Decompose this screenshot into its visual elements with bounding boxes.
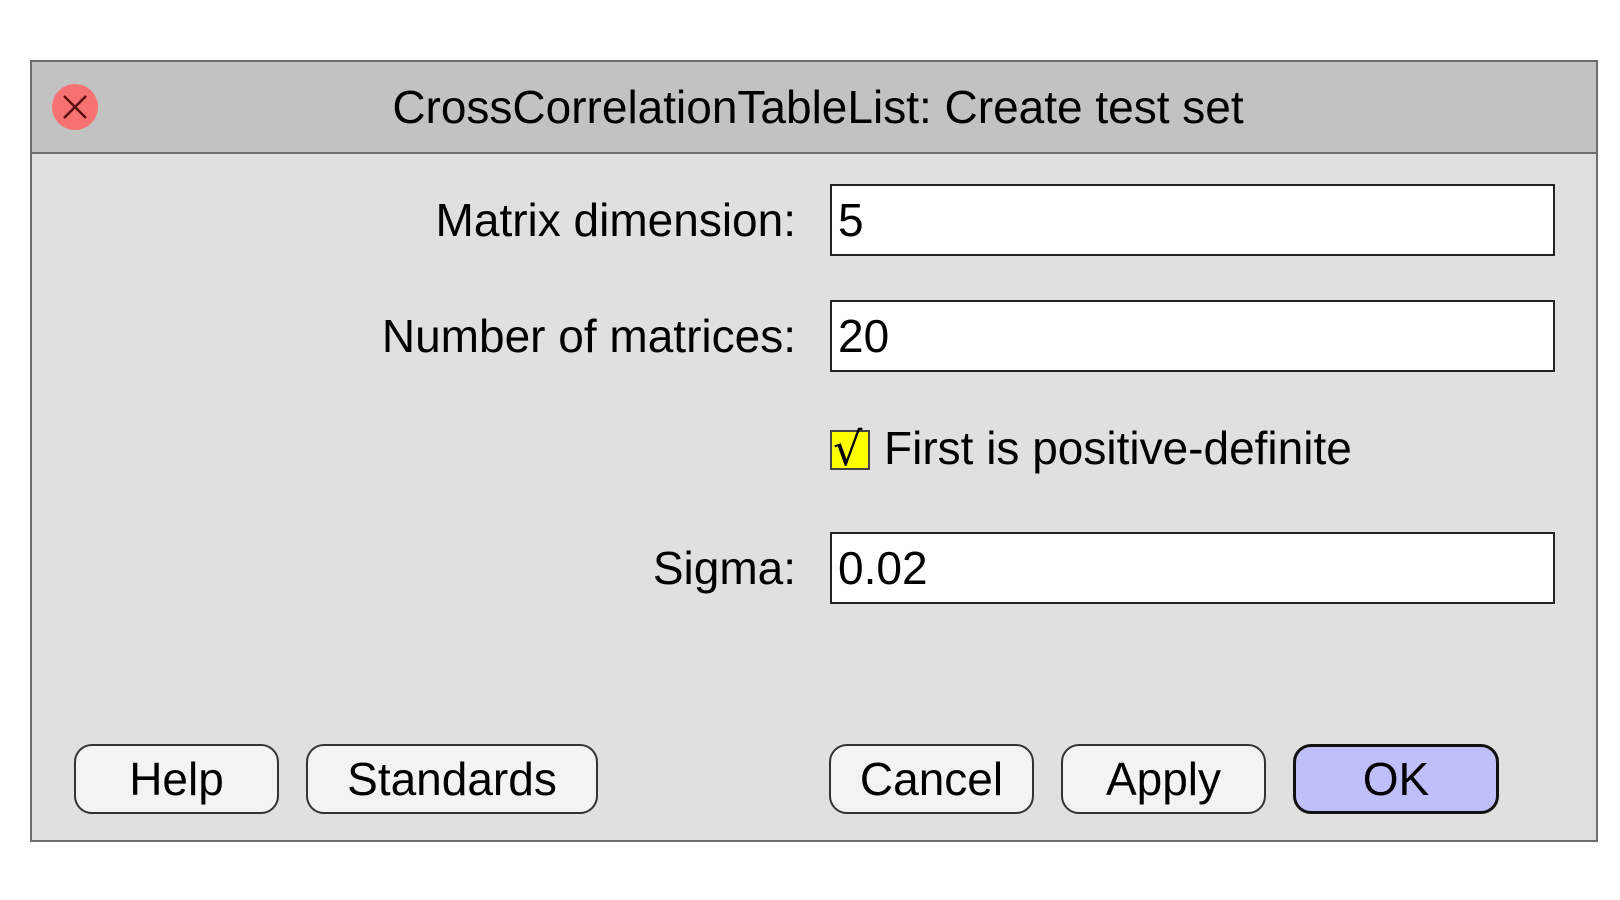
first-positive-definite-option[interactable]: √ First is positive-definite	[830, 418, 1352, 478]
matrix-dimension-label: Matrix dimension:	[435, 194, 796, 246]
title-bar[interactable]: CrossCorrelationTableList: Create test s…	[32, 62, 1596, 154]
sigma-input[interactable]	[830, 532, 1555, 604]
first-positive-definite-label[interactable]: First is positive-definite	[884, 421, 1352, 475]
sigma-label: Sigma:	[652, 542, 796, 594]
dialog-window: CrossCorrelationTableList: Create test s…	[30, 60, 1598, 842]
ok-button[interactable]: OK	[1293, 744, 1499, 814]
first-positive-definite-checkbox[interactable]: √	[830, 422, 870, 476]
standards-button[interactable]: Standards	[306, 744, 598, 814]
cancel-button[interactable]: Cancel	[829, 744, 1034, 814]
number-of-matrices-input[interactable]	[830, 300, 1555, 372]
apply-button[interactable]: Apply	[1061, 744, 1266, 814]
number-of-matrices-label: Number of matrices:	[381, 310, 796, 362]
help-button[interactable]: Help	[74, 744, 279, 814]
window-title: CrossCorrelationTableList: Create test s…	[392, 81, 1244, 133]
checkmark-icon: √	[833, 422, 863, 476]
matrix-dimension-input[interactable]	[830, 184, 1555, 256]
